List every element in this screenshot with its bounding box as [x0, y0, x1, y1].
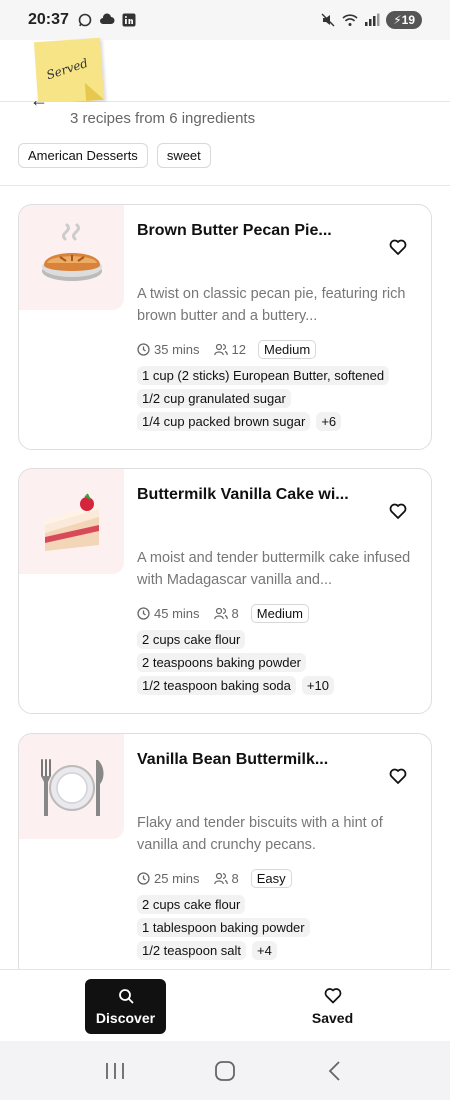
ingredient-chip: 2 cups cake flour [137, 895, 246, 914]
ingredient-chip: 1/2 cup granulated sugar [137, 389, 291, 408]
clock-icon: 35 mins [137, 342, 200, 357]
ingredient-list: 1 cup (2 sticks) European Butter, soften… [137, 366, 390, 431]
recipe-servings: 12 [231, 342, 246, 357]
signal-icon [364, 13, 380, 27]
back-arrow-icon[interactable]: ← [30, 90, 48, 111]
results-summary: ← 3 recipes from 6 ingredients American … [0, 90, 450, 186]
recipe-meta: 35 mins 12 Medium [137, 340, 317, 359]
more-ingredients-chip[interactable]: +10 [301, 676, 334, 695]
battery-indicator: ⚡ 19 [386, 11, 422, 29]
app-header: Served [0, 37, 450, 105]
ingredient-chip: 1/2 teaspoon salt [137, 941, 247, 960]
people-icon: 8 [213, 606, 239, 621]
recent-apps-icon[interactable] [95, 1051, 135, 1091]
system-nav-bar [0, 1041, 450, 1100]
difficulty-badge: Easy [250, 869, 292, 888]
clock-icon: 25 mins [137, 871, 200, 886]
recipe-servings: 8 [231, 871, 239, 886]
cloud-icon [99, 13, 115, 27]
logo-text: Served [44, 55, 90, 83]
plate-cutlery-icon [19, 734, 124, 839]
ingredient-chip: 1 tablespoon baking powder [137, 918, 310, 937]
people-icon: 8 [213, 871, 239, 886]
recipe-time: 35 mins [154, 342, 200, 357]
battery-bolt-icon: ⚡ [393, 13, 402, 27]
ingredient-list: 2 cups cake flour 2 teaspoons baking pow… [137, 630, 334, 695]
results-subtitle: 3 recipes from 6 ingredients [70, 110, 256, 127]
ingredient-list: 2 cups cake flour 1 tablespoon baking po… [137, 895, 310, 960]
whatsapp-icon [77, 13, 93, 27]
back-icon[interactable] [315, 1051, 355, 1091]
heart-icon[interactable] [389, 767, 407, 785]
clock-icon: 45 mins [137, 606, 200, 621]
difficulty-badge: Medium [250, 604, 310, 623]
ingredient-chip: 1/4 cup packed brown sugar [137, 412, 311, 431]
recipe-title[interactable]: Buttermilk Vanilla Cake wi... [137, 486, 349, 504]
recipe-card[interactable]: Vanilla Bean Buttermilk... Flaky and ten… [18, 733, 432, 979]
recipe-title[interactable]: Vanilla Bean Buttermilk... [137, 751, 328, 769]
app-screen: 20:37 ⚡ 19 Served ← 3 recipes from 6 ing… [0, 0, 450, 1100]
wifi-icon [342, 13, 358, 27]
saved-tab[interactable]: Saved [292, 979, 373, 1034]
difficulty-badge: Medium [258, 340, 317, 359]
heart-icon[interactable] [389, 238, 407, 256]
people-icon: 12 [213, 342, 246, 357]
status-bar: 20:37 ⚡ 19 [0, 0, 450, 40]
ingredient-chip: 2 cups cake flour [137, 630, 246, 649]
status-right-icons: ⚡ 19 [320, 11, 422, 29]
ingredient-chip: 1/2 teaspoon baking soda [137, 676, 296, 695]
battery-level: 19 [401, 13, 415, 27]
heart-icon [324, 987, 342, 1007]
recipe-time: 25 mins [154, 871, 200, 886]
logo-fold [84, 81, 105, 101]
discover-label: Discover [95, 1009, 156, 1026]
filter-tags: American Desserts sweet [18, 143, 211, 168]
ingredient-chip: 2 teaspoons baking powder [137, 653, 307, 672]
bottom-nav: Discover Saved [0, 969, 450, 1041]
recipe-meta: 25 mins 8 Easy [137, 869, 292, 888]
recipe-time: 45 mins [154, 606, 200, 621]
cake-slice-icon [19, 469, 124, 574]
recipe-card[interactable]: Brown Butter Pecan Pie... A twist on cla… [18, 204, 432, 450]
home-icon[interactable] [205, 1051, 245, 1091]
status-time: 20:37 [28, 11, 69, 28]
linkedin-icon [121, 13, 137, 27]
status-left-icons [77, 13, 137, 27]
mute-icon [320, 13, 336, 27]
more-ingredients-chip[interactable]: +4 [252, 941, 277, 960]
recipe-servings: 8 [231, 606, 239, 621]
recipe-description: A moist and tender buttermilk cake infus… [137, 550, 411, 588]
saved-label: Saved [311, 1009, 354, 1026]
recipe-card[interactable]: Buttermilk Vanilla Cake wi... A moist an… [18, 468, 432, 714]
recipe-description: A twist on classic pecan pie, featuring … [137, 286, 406, 324]
tag-chip[interactable]: American Desserts [18, 143, 148, 168]
heart-icon[interactable] [389, 502, 407, 520]
pie-icon [19, 205, 124, 310]
discover-tab[interactable]: Discover [85, 979, 166, 1034]
more-ingredients-chip[interactable]: +6 [316, 412, 342, 431]
recipe-description: Flaky and tender biscuits with a hint of… [137, 815, 383, 853]
tag-chip[interactable]: sweet [156, 143, 211, 168]
ingredient-chip: 1 cup (2 sticks) European Butter, soften… [137, 366, 390, 385]
recipe-meta: 45 mins 8 Medium [137, 604, 310, 623]
search-icon [118, 988, 134, 1007]
recipe-title[interactable]: Brown Butter Pecan Pie... [137, 222, 332, 240]
